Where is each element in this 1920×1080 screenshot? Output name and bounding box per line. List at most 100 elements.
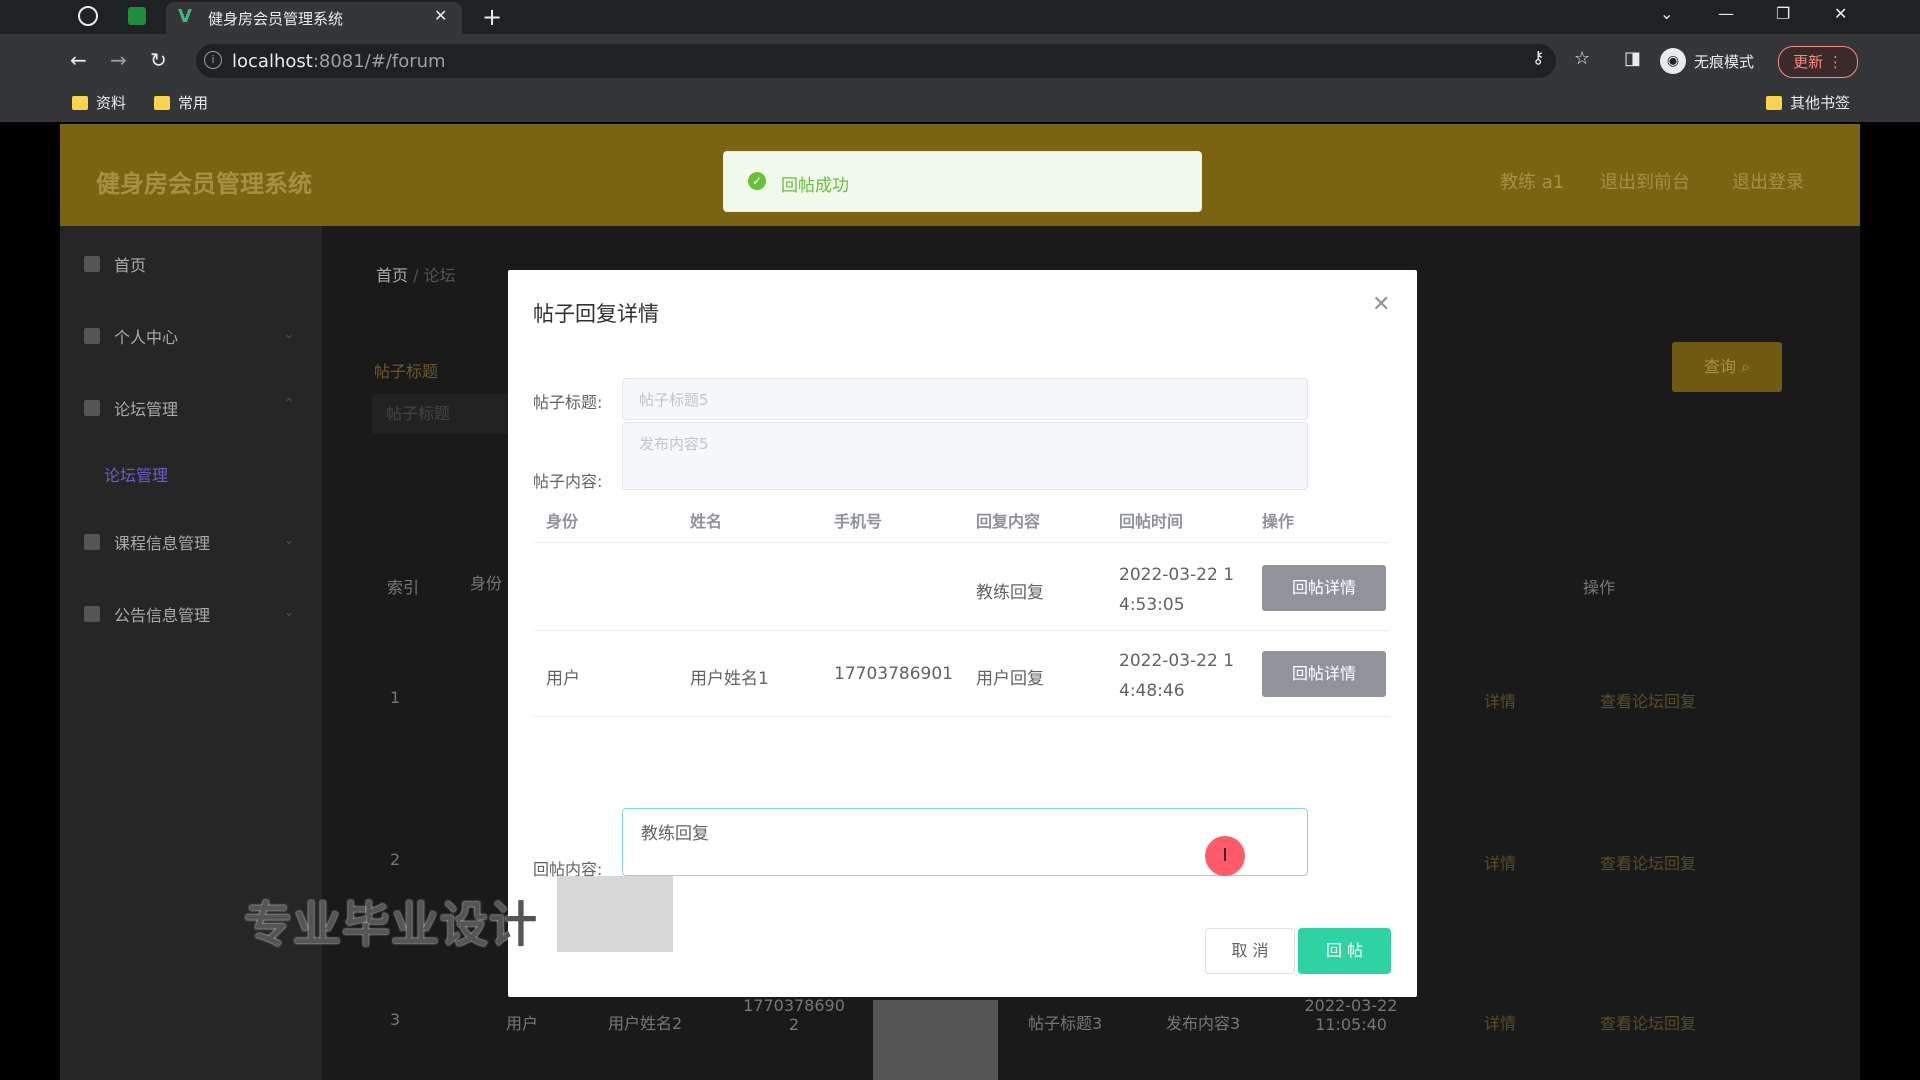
new-tab-icon[interactable]: + <box>482 3 502 31</box>
row-view-replies-link[interactable]: 查看论坛回复 <box>1600 850 1696 874</box>
check-circle-icon: ✓ <box>748 172 766 190</box>
submit-reply-button[interactable]: 回 帖 <box>1298 928 1391 974</box>
sheets-tab-icon[interactable] <box>128 7 146 25</box>
folder-icon <box>1766 95 1782 110</box>
forward-icon[interactable]: → <box>110 48 127 72</box>
col-phone: 手机号 <box>834 512 883 531</box>
update-button[interactable]: 更新 ⋮ <box>1778 46 1858 78</box>
row-detail-link[interactable]: 详情 <box>1484 1010 1516 1034</box>
watermark-text: 专业毕业设计 <box>244 897 539 953</box>
col-content: 回复内容 <box>976 512 1041 531</box>
chevron-up-icon: ⌃ <box>284 396 295 410</box>
breadcrumb-home[interactable]: 首页 <box>376 266 408 285</box>
grid-icon <box>84 606 100 622</box>
reply-detail-button[interactable]: 回帖详情 <box>1262 565 1386 611</box>
filter-label: 帖子标题 <box>374 362 439 381</box>
col-identity: 身份 <box>546 512 579 531</box>
cancel-button[interactable]: 取 消 <box>1205 928 1295 974</box>
calendar-icon <box>84 534 100 550</box>
row-view-replies-link[interactable]: 查看论坛回复 <box>1600 1010 1696 1034</box>
reply-row-content: 用户回复 <box>976 669 1044 689</box>
user-icon <box>84 400 100 416</box>
row-detail-link[interactable]: 详情 <box>1484 850 1516 874</box>
reply-row-phone: 17703786901 <box>834 664 953 684</box>
back-icon[interactable]: ← <box>70 48 87 72</box>
chevron-down-icon: ⌄ <box>284 327 295 341</box>
close-icon[interactable]: ✕ <box>1372 292 1390 317</box>
incognito-icon: ◉ <box>1660 48 1686 74</box>
post-content-label: 帖子内容: <box>533 472 603 491</box>
logout-link[interactable]: 退出登录 <box>1732 168 1804 194</box>
dialog-title: 帖子回复详情 <box>533 302 659 326</box>
sidebar-subitem-forum[interactable]: 论坛管理 <box>104 462 168 486</box>
reload-icon[interactable]: ↻ <box>150 48 167 72</box>
sidebar-item-notice[interactable]: 公告信息管理 <box>84 602 210 626</box>
col-time: 回帖时间 <box>1119 512 1184 531</box>
tab-close-icon[interactable]: ✕ <box>434 6 447 25</box>
chevron-down-icon: ⌄ <box>284 533 295 547</box>
query-button[interactable]: 查询 ⌕ <box>1672 342 1782 392</box>
chevron-down-icon: ⌄ <box>284 605 295 619</box>
sidebar-item-home[interactable]: 首页 <box>84 252 146 276</box>
reply-row-name: 用户姓名1 <box>690 669 769 689</box>
text-cursor-icon: I <box>1205 836 1245 876</box>
user-label: 教练 a1 <box>1500 172 1565 193</box>
row-view-replies-link[interactable]: 查看论坛回复 <box>1600 688 1696 712</box>
close-window-icon[interactable]: ✕ <box>1834 4 1847 23</box>
row-divider <box>534 630 1390 631</box>
side-panel-icon[interactable]: ◨ <box>1624 48 1641 69</box>
reply-row-identity: 用户 <box>546 669 580 689</box>
col-ops: 操作 <box>1583 578 1616 597</box>
star-icon[interactable]: ☆ <box>1574 48 1590 69</box>
reply-content-textarea[interactable]: 教练回复 <box>622 808 1308 876</box>
row-index: 3 <box>390 1010 401 1029</box>
row3-thumbnail <box>873 1000 998 1080</box>
row3-title: 帖子标题3 <box>1028 1014 1103 1033</box>
post-title-input: 帖子标题5 <box>622 378 1308 420</box>
col-name: 姓名 <box>690 512 723 531</box>
system-title: 健身房会员管理系统 <box>96 170 312 198</box>
tab-title: 健身房会员管理系统 <box>208 10 344 28</box>
row-divider <box>534 542 1390 543</box>
sidebar-item-course[interactable]: 课程信息管理 <box>84 530 210 554</box>
bookmark-folder-1[interactable]: 资料 <box>72 92 126 113</box>
sidebar-item-forum-group[interactable]: 论坛管理 <box>84 396 178 420</box>
reply-row-time: 2022-03-22 14:53:05 <box>1119 565 1235 615</box>
row3-time: 2022-03-22 11:05:40 <box>1304 996 1398 1034</box>
pinned-tab-icon[interactable] <box>78 6 98 26</box>
row3-name: 用户姓名2 <box>608 1014 683 1033</box>
folder-icon <box>154 95 170 110</box>
row-detail-link[interactable]: 详情 <box>1484 688 1516 712</box>
row-index: 1 <box>390 688 401 707</box>
restore-icon[interactable]: ❐ <box>1776 4 1790 23</box>
row3-identity: 用户 <box>506 1014 539 1033</box>
breadcrumb: 首页 / 论坛 <box>376 266 456 285</box>
reply-row-content: 教练回复 <box>976 583 1044 603</box>
reply-detail-button[interactable]: 回帖详情 <box>1262 651 1386 697</box>
bookmark-folder-2[interactable]: 常用 <box>154 92 208 113</box>
site-info-icon[interactable]: i <box>204 51 222 69</box>
post-title-label: 帖子标题: <box>533 393 603 412</box>
row3-phone: 1770378690 2 <box>743 996 845 1034</box>
url-text[interactable]: localhost:8081/#/forum <box>232 51 446 72</box>
minimize-icon[interactable]: — <box>1718 4 1734 23</box>
row-divider <box>534 716 1390 717</box>
folder-icon <box>72 95 88 110</box>
row-index: 2 <box>390 850 401 869</box>
post-content-textarea: 发布内容5 <box>622 422 1308 490</box>
blurred-watermark-area <box>557 876 673 952</box>
col-action: 操作 <box>1262 512 1295 531</box>
home-icon <box>84 256 100 272</box>
toast-message: 回帖成功 <box>781 176 849 196</box>
reply-row-time: 2022-03-22 14:48:46 <box>1119 651 1235 701</box>
col-identity: 身份 <box>470 574 503 593</box>
key-icon[interactable]: ⚷ <box>1532 48 1544 68</box>
col-index: 索引 <box>387 578 420 597</box>
other-bookmarks[interactable]: 其他书签 <box>1766 92 1850 113</box>
sidebar-item-profile[interactable]: 个人中心 <box>84 324 178 348</box>
back-to-front-link[interactable]: 退出到前台 <box>1600 168 1690 194</box>
row3-content: 发布内容3 <box>1166 1014 1241 1033</box>
tab-search-icon[interactable]: ⌄ <box>1660 4 1673 23</box>
incognito-indicator[interactable]: ◉ 无痕模式 <box>1660 48 1754 74</box>
vue-favicon-icon: V <box>178 6 192 27</box>
